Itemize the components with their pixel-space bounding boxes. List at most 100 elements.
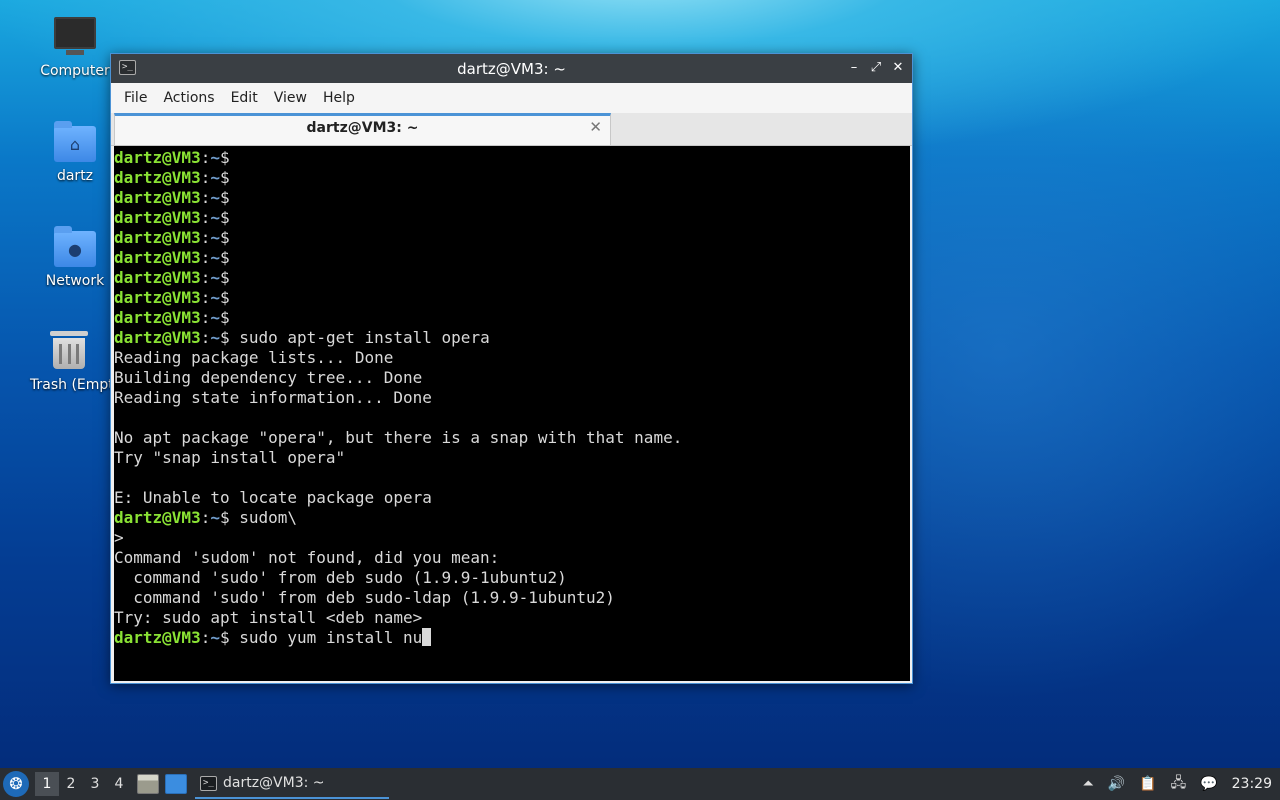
network-icon[interactable]: 🖧 xyxy=(1171,772,1187,796)
prompt-separator: : xyxy=(200,208,211,227)
prompt-separator: : xyxy=(200,308,211,327)
prompt-user: dartz@VM3 xyxy=(114,508,201,527)
terminal-task-icon: >_ xyxy=(200,775,217,791)
prompt-dollar: $ xyxy=(219,208,240,227)
volume-icon[interactable]: 🔊 xyxy=(1108,776,1125,792)
menu-view[interactable]: View xyxy=(266,90,315,106)
menu-actions[interactable]: Actions xyxy=(155,90,222,106)
trash-icon xyxy=(47,331,91,371)
prompt-path: ~ xyxy=(210,308,220,327)
prompt-user: dartz@VM3 xyxy=(114,308,201,327)
prompt-separator: : xyxy=(200,268,211,287)
workspace-2[interactable]: 2 xyxy=(59,772,83,796)
terminal-prompt-line: dartz@VM3:~$ xyxy=(114,308,910,328)
terminal-command: sudo apt-get install opera xyxy=(239,328,490,347)
start-menu-icon[interactable]: ❂ xyxy=(3,771,29,797)
menu-file[interactable]: File xyxy=(116,90,155,106)
prompt-separator: : xyxy=(200,168,211,187)
tray-up-icon[interactable]: ⏶ xyxy=(1083,776,1094,792)
menubar: File Actions Edit View Help xyxy=(111,83,912,113)
clock: 23:29 xyxy=(1231,776,1272,792)
terminal-prompt-line: dartz@VM3:~$ xyxy=(114,288,910,308)
prompt-path: ~ xyxy=(210,168,220,187)
tab-close-icon[interactable]: ✕ xyxy=(589,118,602,136)
file-manager-icon[interactable] xyxy=(137,774,159,794)
prompt-separator: : xyxy=(200,248,211,267)
prompt-path: ~ xyxy=(210,248,220,267)
prompt-path: ~ xyxy=(210,188,220,207)
menu-edit[interactable]: Edit xyxy=(223,90,266,106)
taskbar-task-terminal[interactable]: >_ dartz@VM3: ~ xyxy=(195,769,389,799)
prompt-dollar: $ xyxy=(219,248,240,267)
taskbar: ❂ 1 2 3 4 >_ dartz@VM3: ~ ⏶ 🔊 📋 🖧 💬 23:2… xyxy=(0,768,1280,800)
terminal-prompt-line: dartz@VM3:~$ xyxy=(114,188,910,208)
prompt-dollar: $ xyxy=(219,228,240,247)
terminal-prompt-line: dartz@VM3:~$ xyxy=(114,248,910,268)
prompt-user: dartz@VM3 xyxy=(114,288,201,307)
prompt-separator: : xyxy=(200,628,211,647)
prompt-user: dartz@VM3 xyxy=(114,268,201,287)
terminal-output-line: Building dependency tree... Done xyxy=(114,368,423,387)
prompt-dollar: $ xyxy=(219,628,240,647)
terminal-output-line: Reading package lists... Done xyxy=(114,348,394,367)
terminal-output-line: Command 'sudom' not found, did you mean: xyxy=(114,548,500,567)
terminal-command: sudo yum install nu xyxy=(239,628,423,647)
terminal-output-line: command 'sudo' from deb sudo (1.9.9-1ubu… xyxy=(114,568,567,587)
show-desktop-icon[interactable] xyxy=(165,774,187,794)
terminal-cursor xyxy=(422,628,432,646)
prompt-user: dartz@VM3 xyxy=(114,228,201,247)
terminal-output-line: E: Unable to locate package opera xyxy=(114,488,432,507)
home-folder-icon: ⌂ xyxy=(53,121,97,162)
clipboard-icon[interactable]: 📋 xyxy=(1139,776,1156,792)
terminal-app-icon[interactable]: >_ xyxy=(119,60,136,75)
prompt-user: dartz@VM3 xyxy=(114,248,201,267)
prompt-path: ~ xyxy=(210,208,220,227)
prompt-path: ~ xyxy=(210,228,220,247)
terminal-window[interactable]: >_ dartz@VM3: ~ – ⤢ ✕ File Actions Edit … xyxy=(110,53,913,684)
terminal-prompt-line: dartz@VM3:~$ sudo yum install nu xyxy=(114,628,910,648)
terminal-output-line: command 'sudo' from deb sudo-ldap (1.9.9… xyxy=(114,588,615,607)
workspace-3[interactable]: 3 xyxy=(83,772,107,796)
prompt-user: dartz@VM3 xyxy=(114,168,201,187)
prompt-dollar: $ xyxy=(219,168,240,187)
terminal-prompt-line: dartz@VM3:~$ xyxy=(114,268,910,288)
prompt-user: dartz@VM3 xyxy=(114,328,201,347)
terminal-command: sudom\ xyxy=(239,508,298,527)
terminal-output[interactable]: dartz@VM3:~$ dartz@VM3:~$ dartz@VM3:~$ d… xyxy=(114,146,910,681)
minimize-button[interactable]: – xyxy=(846,58,862,78)
terminal-output-line: Try "snap install opera" xyxy=(114,448,346,467)
prompt-separator: : xyxy=(200,508,211,527)
terminal-output-line: Try: sudo apt install <deb name> xyxy=(114,608,423,627)
window-titlebar[interactable]: >_ dartz@VM3: ~ – ⤢ ✕ xyxy=(111,54,912,83)
tab-label: dartz@VM3: ~ xyxy=(306,120,419,136)
prompt-user: dartz@VM3 xyxy=(114,208,201,227)
close-button[interactable]: ✕ xyxy=(890,58,906,78)
prompt-user: dartz@VM3 xyxy=(114,148,201,167)
desktop-icon-trash[interactable]: Trash (Empt xyxy=(14,331,124,393)
prompt-user: dartz@VM3 xyxy=(114,188,201,207)
prompt-dollar: $ xyxy=(219,148,240,167)
workspace-switcher: 1 2 3 4 xyxy=(35,772,131,796)
workspace-1[interactable]: 1 xyxy=(35,772,59,796)
prompt-path: ~ xyxy=(210,268,220,287)
prompt-path: ~ xyxy=(210,288,220,307)
tab-bar: dartz@VM3: ~ ✕ xyxy=(111,113,912,146)
prompt-user: dartz@VM3 xyxy=(114,628,201,647)
tab-terminal[interactable]: dartz@VM3: ~ ✕ xyxy=(114,113,611,145)
prompt-separator: : xyxy=(200,148,211,167)
menu-help[interactable]: Help xyxy=(315,90,363,106)
desktop-icon-label: Trash (Empt xyxy=(30,377,114,393)
workspace-4[interactable]: 4 xyxy=(107,772,131,796)
prompt-dollar: $ xyxy=(219,188,240,207)
notification-icon[interactable]: 💬 xyxy=(1200,776,1217,792)
network-folder-icon: ● xyxy=(53,226,97,267)
terminal-prompt-line: dartz@VM3:~$ xyxy=(114,208,910,228)
monitor-icon xyxy=(53,17,97,57)
prompt-dollar: $ xyxy=(219,268,240,287)
terminal-prompt-line: dartz@VM3:~$ xyxy=(114,148,910,168)
prompt-dollar: $ xyxy=(219,308,240,327)
maximize-button[interactable]: ⤢ xyxy=(868,58,884,78)
prompt-path: ~ xyxy=(210,328,220,347)
terminal-output-line: No apt package "opera", but there is a s… xyxy=(114,428,683,447)
